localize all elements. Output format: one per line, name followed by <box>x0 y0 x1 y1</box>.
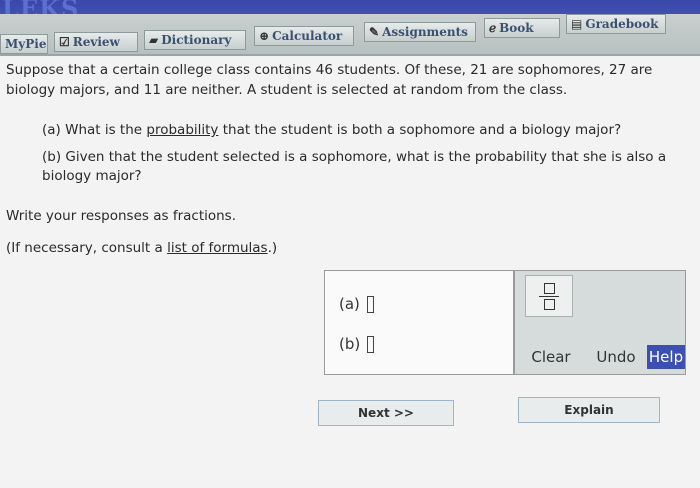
question-part-b: (b) Given that the student selected is a… <box>42 149 667 184</box>
tab-label: Review <box>72 35 120 49</box>
formulas-link[interactable]: list of formulas <box>167 240 268 256</box>
tab-label: Book <box>499 21 534 35</box>
help-button[interactable]: Help <box>647 345 685 369</box>
tab-mypie[interactable]: MyPie <box>0 34 48 54</box>
consult-suffix: .) <box>267 240 278 256</box>
tab-calculator[interactable]: ⊕ Calculator <box>254 26 354 46</box>
tab-label: Assignments <box>382 25 468 39</box>
tab-label: MyPie <box>5 37 47 51</box>
fraction-button[interactable] <box>525 275 573 317</box>
answer-b-label: (b) <box>339 335 361 353</box>
calculator-icon: ⊕ <box>259 29 270 43</box>
tab-label: Dictionary <box>161 33 232 47</box>
part-a-prefix: (a) What is the <box>42 122 147 138</box>
answer-row-b: (b) <box>339 335 375 353</box>
consult-formulas: (If necessary, consult a list of formula… <box>6 240 277 256</box>
answer-box: (a) (b) <box>324 270 514 375</box>
question-part-a: (a) What is the probability that the stu… <box>42 120 682 140</box>
tab-book[interactable]: ℯ Book <box>484 18 560 38</box>
tab-gradebook[interactable]: ▤ Gradebook <box>566 14 666 34</box>
tab-review[interactable]: ☑ Review <box>54 32 138 52</box>
tab-label: Gradebook <box>585 17 659 31</box>
answer-b-input[interactable] <box>367 336 375 353</box>
explain-button[interactable]: Explain <box>518 397 660 423</box>
fraction-bar-icon <box>539 295 559 297</box>
tab-assignments[interactable]: ✎ Assignments <box>364 22 476 42</box>
e-book-icon: ℯ <box>489 21 497 35</box>
clear-button[interactable]: Clear <box>525 345 577 369</box>
next-button[interactable]: Next >> <box>318 400 454 426</box>
numerator-box-icon <box>543 282 555 294</box>
undo-button[interactable]: Undo <box>591 345 641 369</box>
probability-link[interactable]: probability <box>146 122 218 138</box>
answer-a-label: (a) <box>339 295 360 313</box>
part-a-suffix: that the student is both a sophomore and… <box>218 122 622 138</box>
book-icon: ▰ <box>149 33 159 47</box>
tool-panel: Clear Undo Help <box>514 270 686 375</box>
pencil-icon: ✎ <box>369 25 380 39</box>
checkmark-icon: ☑ <box>59 35 70 49</box>
question-intro: Suppose that a certain college class con… <box>6 62 653 98</box>
denominator-box-icon <box>543 298 555 310</box>
tab-label: Calculator <box>272 29 343 43</box>
tab-dictionary[interactable]: ▰ Dictionary <box>144 30 246 50</box>
instructions: Write your responses as fractions. <box>6 208 237 224</box>
answer-a-input[interactable] <box>366 296 374 313</box>
answer-row-a: (a) <box>339 295 374 313</box>
consult-prefix: (If necessary, consult a <box>6 240 168 256</box>
toolbar: MyPie ☑ Review ▰ Dictionary ⊕ Calculator… <box>0 14 700 56</box>
gradebook-icon: ▤ <box>571 17 583 31</box>
